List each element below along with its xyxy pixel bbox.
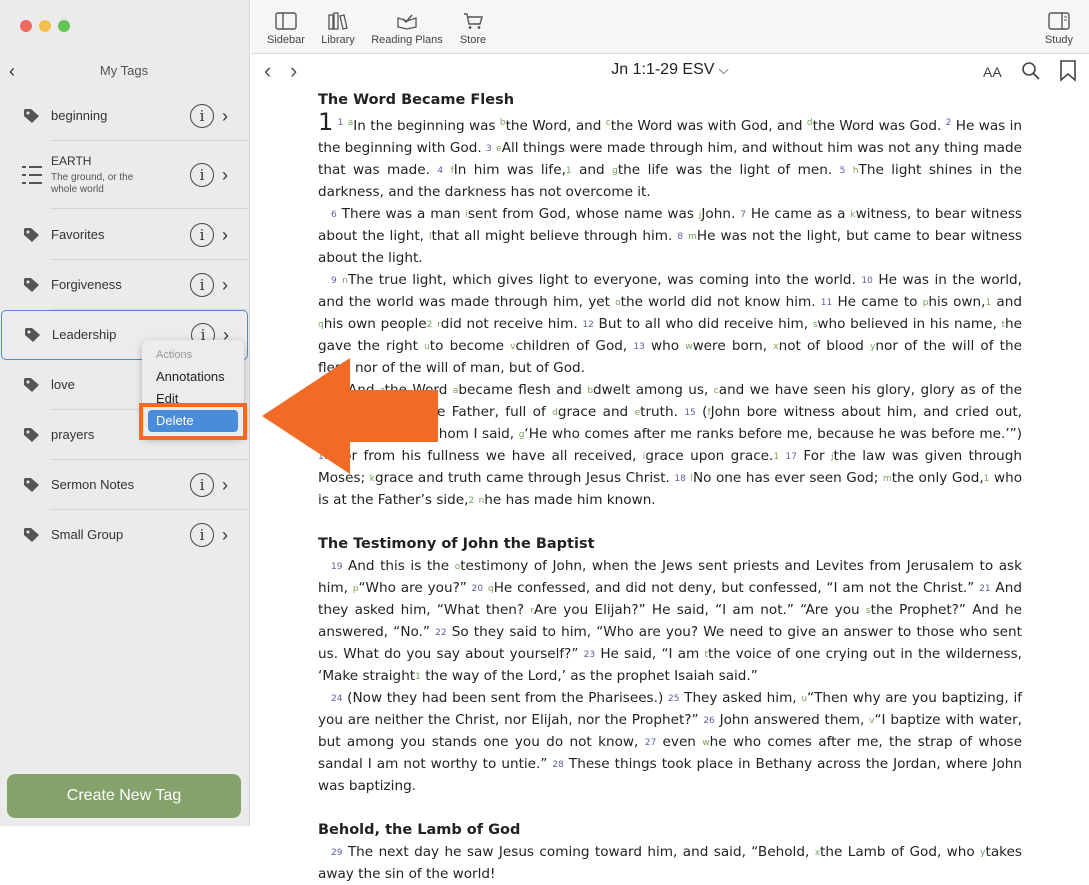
verse-paragraph: 1 1 aIn the beginning was bthe Word, and… [318,108,1022,200]
tag-row-sermon-notes[interactable]: Sermon Notes i › [0,460,250,510]
section-heading: The Word Became Flesh [318,92,515,108]
tag-description: The ground, or the whole world [51,172,134,195]
zoom-window-button[interactable] [58,20,70,32]
highlight-box [139,403,247,440]
info-icon[interactable]: i [190,163,214,187]
menu-item-annotations[interactable]: Annotations [156,369,225,384]
tag-label: love [51,377,75,392]
reference-text: Jn 1:1-29 ESV [611,61,715,78]
tag-label: Leadership [52,327,117,342]
minimize-window-button[interactable] [39,20,51,32]
tag-label: Small Group [51,527,124,542]
library-icon [328,12,348,30]
create-new-tag-button[interactable]: Create New Tag [7,774,241,818]
cart-icon [464,13,483,29]
tag-row-favorites[interactable]: Favorites i › [0,210,250,260]
tag-row-small-group[interactable]: Small Group i › [0,510,250,560]
reading-plans-button[interactable]: Reading Plans [369,12,445,46]
text-size-button[interactable]: AA [983,64,1002,80]
tag-label: Favorites [51,227,105,242]
library-button-label: Library [321,34,355,46]
tag-icon [24,109,39,123]
tag-row-beginning[interactable]: beginning i › [0,91,250,141]
chevron-right-icon[interactable]: › [222,523,228,547]
tag-icon [24,228,39,242]
verse-paragraph: 24 (Now they had been sent from the Phar… [318,690,1023,794]
reading-plans-button-label: Reading Plans [371,34,443,46]
store-button[interactable]: Store [454,12,492,46]
study-button[interactable]: Study [1039,12,1079,46]
tag-row-forgiveness[interactable]: Forgiveness i › [0,260,250,310]
tag-icon [24,278,39,292]
tag-icon [24,428,39,442]
tag-label: Forgiveness [51,277,122,292]
passage-reference[interactable]: Jn 1:1-29 ESV ⌵ [251,61,1089,79]
tag-row-earth[interactable]: EARTH The ground, or the whole world i › [0,141,250,209]
verse-paragraph: 19 And this is the otestimony of John, w… [318,558,1022,684]
info-icon[interactable]: i [190,104,214,128]
list-icon [22,166,42,184]
tag-label: beginning [51,108,108,123]
sidebar-header: ‹ My Tags [0,62,250,80]
tag-icon [24,528,39,542]
tag-icon [25,328,40,342]
info-icon[interactable]: i [190,223,214,247]
chevron-right-icon[interactable]: › [222,273,228,297]
reader-nav-bar: ‹ › Jn 1:1-29 ESV ⌵ AA [251,55,1089,89]
verse-paragraph: 6 There was a man isent from God, whose … [318,206,1023,266]
divider [50,208,250,209]
tag-label: Sermon Notes [51,477,135,492]
section-heading: The Testimony of John the Baptist [318,536,595,552]
toolbar: Sidebar Library Reading Plans Store Stud… [251,0,1089,54]
study-panel-icon [1048,12,1070,30]
sidebar-button-label: Sidebar [267,34,305,46]
reading-plans-icon [397,14,417,30]
bible-reader: The Word Became Flesh 1 1 aIn the beginn… [318,89,1022,885]
tag-icon [24,478,39,492]
library-button[interactable]: Library [318,12,358,46]
info-icon[interactable]: i [190,473,214,497]
store-button-label: Store [459,34,487,46]
chevron-right-icon[interactable]: › [222,223,228,247]
chevron-right-icon[interactable]: › [222,104,228,128]
chevron-right-icon[interactable]: › [222,473,228,497]
study-button-label: Study [1044,34,1074,46]
tag-label: prayers [51,427,95,442]
sidebar-title: My Tags [99,63,149,78]
arrow-pointer-icon [262,358,438,474]
close-window-button[interactable] [20,20,32,32]
chevron-right-icon[interactable]: › [222,163,228,187]
info-icon[interactable]: i [190,273,214,297]
section-heading: Behold, the Lamb of God [318,822,521,838]
chevron-down-icon: ⌵ [718,62,729,77]
sidebar-icon [275,12,297,30]
search-icon[interactable] [1021,61,1041,81]
info-icon[interactable]: i [190,523,214,547]
tag-label: EARTH [51,154,92,168]
sidebar-button[interactable]: Sidebar [265,12,307,46]
tag-icon [24,378,39,392]
menu-header: Actions [156,349,193,361]
verse-paragraph: 29 The next day he saw Jesus coming towa… [318,844,1022,882]
bookmark-icon[interactable] [1059,60,1077,82]
